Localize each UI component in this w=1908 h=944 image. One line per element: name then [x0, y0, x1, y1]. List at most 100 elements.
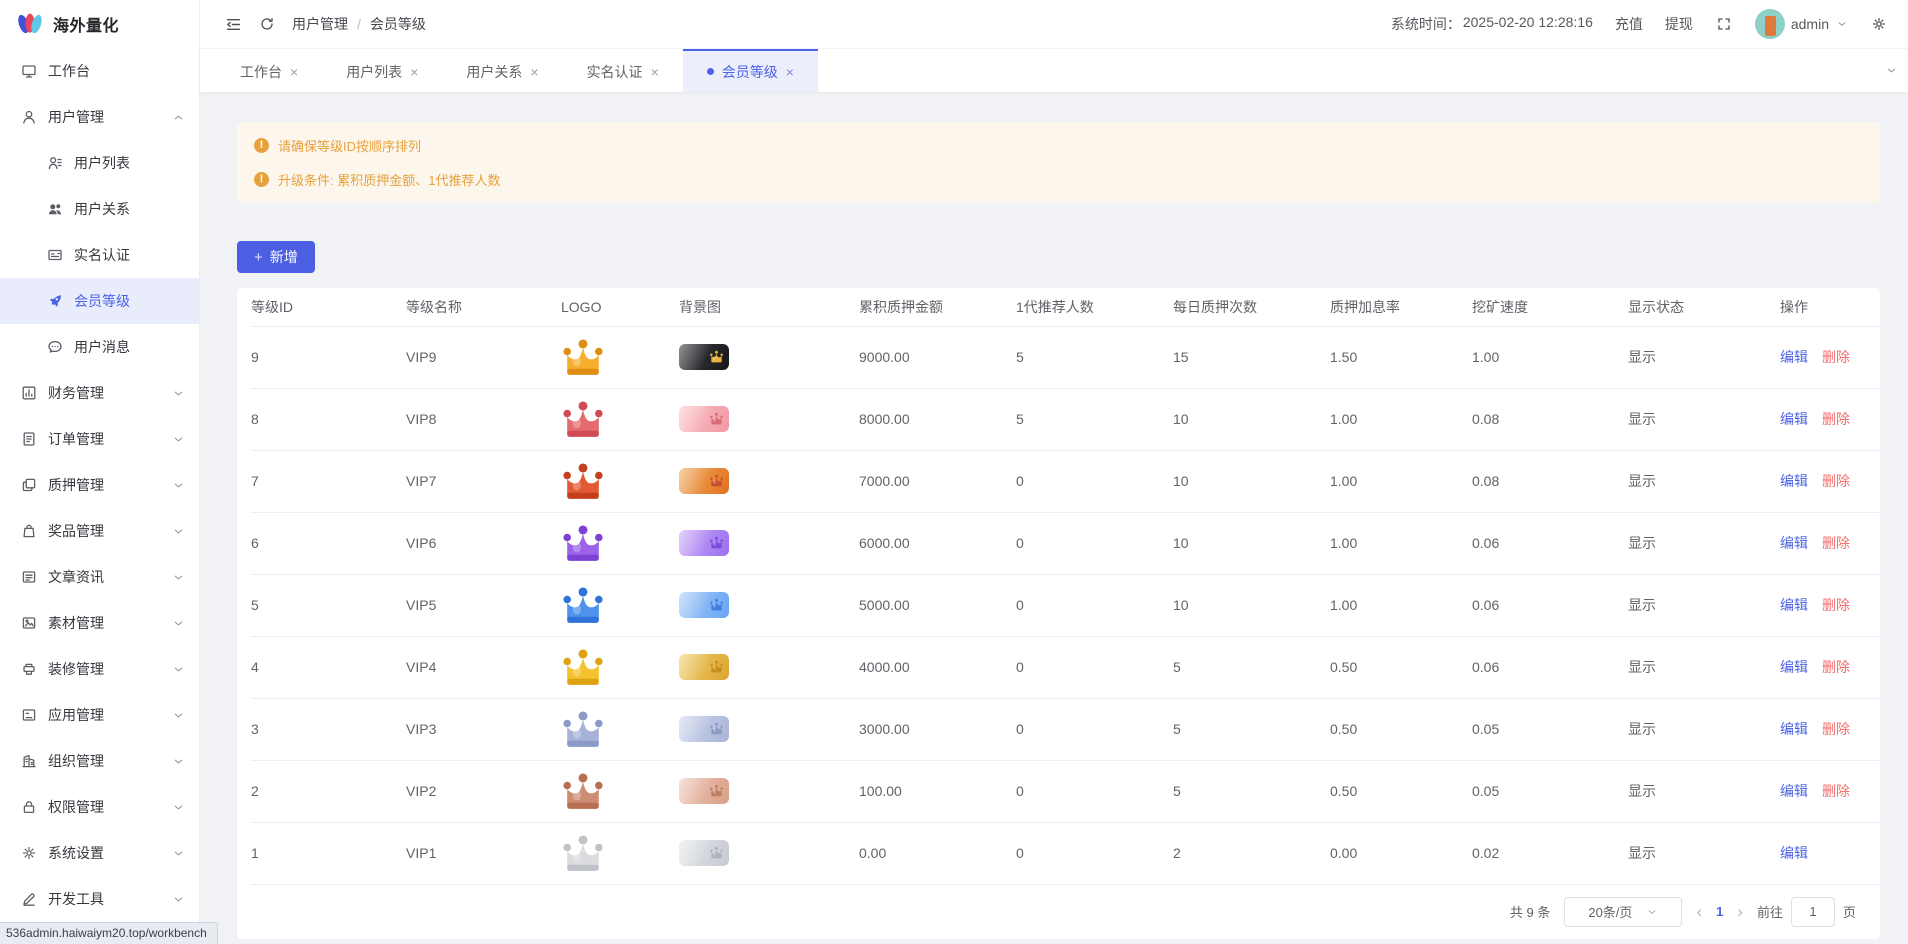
edit-link[interactable]: 编辑 — [1780, 349, 1808, 365]
delete-link[interactable]: 删除 — [1822, 411, 1850, 427]
actions-cell: 编辑删除 — [1780, 760, 1880, 822]
app-window: 海外量化 工作台用户管理用户列表用户关系实名认证会员等级用户消息财务管理订单管理… — [0, 0, 1908, 944]
level-background-cell — [679, 388, 859, 450]
user-menu[interactable]: admin — [1755, 9, 1848, 39]
recharge-button[interactable]: 充值 — [1615, 14, 1643, 34]
fullscreen-icon[interactable] — [1715, 15, 1733, 33]
gear-icon[interactable] — [1870, 15, 1888, 33]
edit-link[interactable]: 编辑 — [1780, 845, 1808, 861]
gen1-referrals-cell: 0 — [1016, 574, 1173, 636]
sidebar-item-label: 订单管理 — [48, 429, 171, 449]
mining-speed-cell: 0.05 — [1472, 760, 1628, 822]
delete-link[interactable]: 删除 — [1822, 721, 1850, 737]
tab-real-name-auth[interactable]: 实名认证× — [563, 49, 683, 92]
sidebar-item-user-management[interactable]: 用户管理 — [0, 94, 199, 140]
sidebar-item-finance[interactable]: 财务管理 — [0, 370, 199, 416]
tab-workbench[interactable]: 工作台 × — [216, 49, 322, 92]
edit-link[interactable]: 编辑 — [1780, 597, 1808, 613]
tab-user-relations[interactable]: 用户关系× — [442, 49, 562, 92]
sidebar-item-decoration[interactable]: 装修管理 — [0, 646, 199, 692]
tab-user-list[interactable]: 用户列表× — [322, 49, 442, 92]
crown-icon — [709, 412, 724, 425]
pagination: 共 9 条 20条/页 ‹ 1 › 前往 页 — [251, 885, 1880, 939]
total-count: 共 9 条 — [1510, 902, 1550, 921]
column-header-daily_pledge_times: 每日质押次数 — [1173, 288, 1330, 326]
next-page-button[interactable]: › — [1737, 903, 1743, 920]
interest-rate-cell: 0.50 — [1330, 760, 1472, 822]
delete-link[interactable]: 删除 — [1822, 783, 1850, 799]
close-icon[interactable]: × — [651, 64, 659, 80]
daily-pledge-cell: 5 — [1173, 636, 1330, 698]
pledge-amount-cell: 8000.00 — [859, 388, 1016, 450]
tabs-more-icon[interactable] — [1882, 49, 1900, 92]
edit-link[interactable]: 编辑 — [1780, 535, 1808, 551]
sidebar-item-apps[interactable]: 应用管理 — [0, 692, 199, 738]
breadcrumb-parent[interactable]: 用户管理 — [292, 14, 348, 34]
sidebar-item-prizes[interactable]: 奖品管理 — [0, 508, 199, 554]
level-table: 等级ID等级名称LOGO背景图累积质押金额1代推荐人数每日质押次数质押加息率挖矿… — [251, 288, 1880, 885]
sidebar-item-workbench[interactable]: 工作台 — [0, 48, 199, 94]
sidebar-item-real-name-auth[interactable]: 实名认证 — [0, 232, 199, 278]
sidebar-item-label: 会员等级 — [74, 291, 185, 311]
sidebar-item-user-list[interactable]: 用户列表 — [0, 140, 199, 186]
level-logo-cell — [561, 698, 679, 760]
sidebar-item-member-level[interactable]: 会员等级 — [0, 278, 199, 324]
mining-speed-cell: 1.00 — [1472, 326, 1628, 388]
sidebar-item-system-settings[interactable]: 系统设置 — [0, 830, 199, 876]
close-icon[interactable]: × — [410, 64, 418, 80]
sidebar-item-label: 财务管理 — [48, 383, 171, 403]
level-name-cell: VIP7 — [406, 450, 561, 512]
goto-page-input[interactable] — [1791, 897, 1835, 927]
delete-link[interactable]: 删除 — [1822, 597, 1850, 613]
sidebar-item-user-relations[interactable]: 用户关系 — [0, 186, 199, 232]
edit-link[interactable]: 编辑 — [1780, 411, 1808, 427]
menu-fold-icon[interactable] — [224, 15, 242, 33]
interest-rate-cell: 1.00 — [1330, 450, 1472, 512]
tab-label: 工作台 — [240, 62, 282, 82]
level-id-cell: 4 — [251, 636, 406, 698]
close-icon[interactable]: × — [290, 64, 298, 80]
edit-link[interactable]: 编辑 — [1780, 473, 1808, 489]
sidebar-item-dev-tools[interactable]: 开发工具 — [0, 876, 199, 922]
refresh-icon[interactable] — [258, 15, 276, 33]
mining-speed-cell: 0.08 — [1472, 388, 1628, 450]
sidebar-item-permissions[interactable]: 权限管理 — [0, 784, 199, 830]
withdraw-button[interactable]: 提现 — [1665, 14, 1693, 34]
sidebar: 海外量化 工作台用户管理用户列表用户关系实名认证会员等级用户消息财务管理订单管理… — [0, 0, 200, 944]
interest-rate-cell: 1.00 — [1330, 512, 1472, 574]
delete-link[interactable]: 删除 — [1822, 349, 1850, 365]
actions-cell: 编辑删除 — [1780, 512, 1880, 574]
edit-link[interactable]: 编辑 — [1780, 783, 1808, 799]
page-number[interactable]: 1 — [1716, 904, 1723, 919]
add-button[interactable]: + 新增 — [237, 241, 315, 273]
edit-link[interactable]: 编辑 — [1780, 659, 1808, 675]
table-row: 9VIP99000.005151.501.00显示编辑删除 — [251, 326, 1880, 388]
breadcrumb-separator: / — [357, 16, 361, 32]
level-name-cell: VIP8 — [406, 388, 561, 450]
delete-link[interactable]: 删除 — [1822, 473, 1850, 489]
delete-link[interactable]: 删除 — [1822, 659, 1850, 675]
table-row: 4VIP44000.00050.500.06显示编辑删除 — [251, 636, 1880, 698]
sidebar-item-articles[interactable]: 文章资讯 — [0, 554, 199, 600]
sidebar-item-label: 系统设置 — [48, 843, 171, 863]
alert-text: 升级条件: 累积质押金额、1代推荐人数 — [278, 170, 500, 189]
sidebar-item-organization[interactable]: 组织管理 — [0, 738, 199, 784]
sidebar-item-pledge[interactable]: 质押管理 — [0, 462, 199, 508]
background-image — [679, 654, 729, 680]
chevron-down-icon — [171, 432, 185, 446]
page-size-select[interactable]: 20条/页 — [1564, 897, 1682, 927]
sidebar-item-orders[interactable]: 订单管理 — [0, 416, 199, 462]
tab-member-level[interactable]: 会员等级× — [683, 49, 818, 92]
close-icon[interactable]: × — [786, 64, 794, 80]
decoration-icon — [20, 660, 38, 678]
edit-link[interactable]: 编辑 — [1780, 721, 1808, 737]
sidebar-item-user-messages[interactable]: 用户消息 — [0, 324, 199, 370]
page-content: ! 请确保等级ID按顺序排列 ! 升级条件: 累积质押金额、1代推荐人数 + 新… — [200, 92, 1908, 944]
avatar[interactable] — [1755, 9, 1785, 39]
level-logo-cell — [561, 574, 679, 636]
level-name-cell: VIP3 — [406, 698, 561, 760]
prev-page-button[interactable]: ‹ — [1696, 903, 1702, 920]
sidebar-item-materials[interactable]: 素材管理 — [0, 600, 199, 646]
delete-link[interactable]: 删除 — [1822, 535, 1850, 551]
close-icon[interactable]: × — [530, 64, 538, 80]
